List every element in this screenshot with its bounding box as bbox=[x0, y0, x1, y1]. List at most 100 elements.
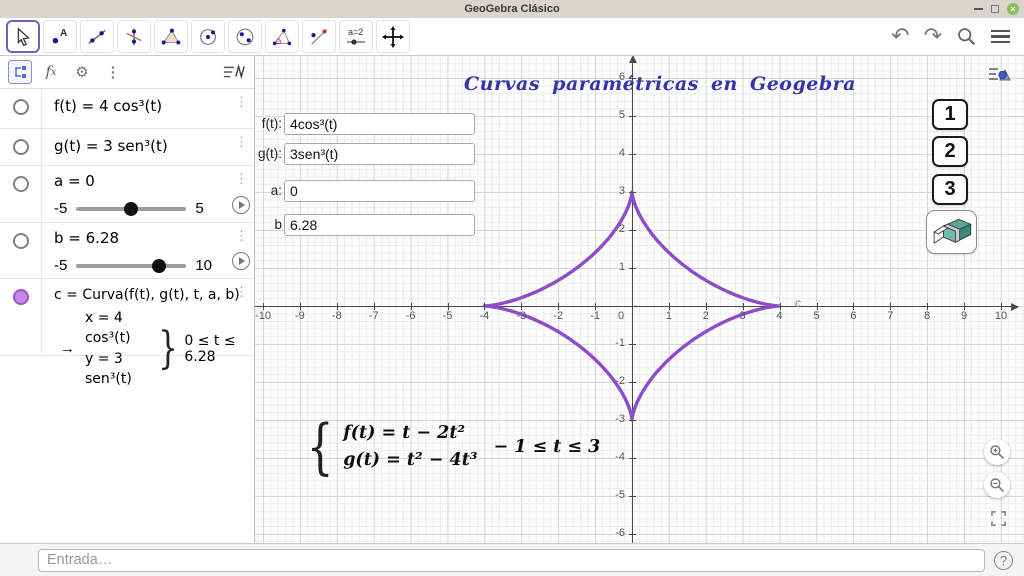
algebra-row-f[interactable]: f(t) = 4 cos³(t) ⋮ bbox=[0, 89, 254, 129]
axis-tick-mark bbox=[743, 303, 744, 310]
point-tool-button[interactable]: A bbox=[43, 20, 77, 53]
algebra-row-b[interactable]: b = 6.28 -5 10 ⋮ bbox=[0, 223, 254, 279]
undo-button[interactable]: ↶ bbox=[891, 28, 909, 46]
axis-tick-label: 5 bbox=[601, 109, 625, 121]
button-2[interactable]: 2 bbox=[932, 136, 968, 167]
axis-tick-label: 4 bbox=[777, 310, 783, 322]
special-line-tool-button[interactable] bbox=[117, 20, 151, 53]
circle-tool-button[interactable] bbox=[191, 20, 225, 53]
maximize-button[interactable] bbox=[991, 5, 999, 13]
input-field-a[interactable] bbox=[284, 180, 475, 202]
axis-tick-mark bbox=[629, 268, 636, 269]
play-animation-button-b[interactable] bbox=[232, 252, 250, 270]
close-button[interactable]: × bbox=[1007, 3, 1019, 15]
slider-track-a[interactable] bbox=[76, 207, 186, 211]
input-field-g[interactable] bbox=[284, 143, 475, 165]
axis-tick-label: -9 bbox=[295, 310, 305, 322]
row-menu-icon[interactable]: ⋮ bbox=[235, 228, 248, 244]
settings-gear-icon[interactable]: ⚙ bbox=[70, 60, 94, 84]
zoom-in-button[interactable] bbox=[984, 439, 1010, 465]
slider-min-a: -5 bbox=[54, 200, 67, 217]
play-icon bbox=[239, 201, 245, 209]
axis-tick-mark bbox=[411, 303, 412, 310]
axis-tick-label: 2 bbox=[703, 310, 709, 322]
axis-tick-mark bbox=[890, 303, 891, 310]
formula-brace: { bbox=[307, 412, 334, 482]
axis-tick-label: 4 bbox=[601, 147, 625, 159]
row-menu-icon[interactable]: ⋮ bbox=[235, 171, 248, 187]
input-field-f[interactable] bbox=[284, 113, 475, 135]
menu-button[interactable] bbox=[991, 26, 1010, 47]
help-button[interactable]: ? bbox=[994, 551, 1013, 570]
eraser-button[interactable] bbox=[926, 210, 977, 254]
fullscreen-button[interactable] bbox=[986, 506, 1010, 530]
zoom-out-button[interactable] bbox=[984, 472, 1010, 498]
algebra-row-c[interactable]: c = Curva(f(t), g(t), t, a, b) → x = 4 c… bbox=[0, 279, 254, 356]
move-tool-button[interactable] bbox=[6, 20, 40, 53]
graphics-view[interactable]: c Curvas paramétricas en Geogebra f(t): … bbox=[255, 56, 1024, 543]
play-animation-button-a[interactable] bbox=[232, 196, 250, 214]
slider-value-a: a = 0 bbox=[54, 172, 95, 190]
conic-tool-button[interactable] bbox=[228, 20, 262, 53]
move-graphics-tool-button[interactable] bbox=[376, 20, 410, 53]
y-axis-arrow bbox=[629, 56, 637, 63]
curve-domain: 0 ≤ t ≤ 6.28 bbox=[184, 333, 250, 365]
slider-tool-button[interactable]: a=2 bbox=[339, 20, 373, 53]
curve-definition: c = Curva(f(t), g(t), t, a, b) bbox=[54, 287, 240, 303]
slider-track-b[interactable] bbox=[76, 264, 186, 268]
tree-view-icon[interactable] bbox=[8, 60, 32, 84]
axis-tick-label: -5 bbox=[601, 489, 625, 501]
axis-tick-mark bbox=[629, 420, 636, 421]
search-icon[interactable] bbox=[956, 26, 977, 47]
fx-view-icon[interactable]: fx bbox=[39, 60, 63, 84]
slider-thumb-b[interactable] bbox=[152, 259, 166, 273]
input-field-b[interactable] bbox=[284, 214, 475, 236]
sort-objects-icon[interactable] bbox=[222, 60, 246, 84]
slider-max-b: 10 bbox=[195, 257, 212, 274]
polygon-tool-button[interactable] bbox=[154, 20, 188, 53]
stylebar-toggle-button[interactable] bbox=[986, 63, 1012, 85]
algebra-options-icon[interactable]: ⋮ bbox=[101, 60, 125, 84]
conic-icon bbox=[234, 26, 256, 48]
button-1[interactable]: 1 bbox=[932, 99, 968, 130]
axis-tick-mark bbox=[927, 303, 928, 310]
reflect-tool-button[interactable] bbox=[302, 20, 336, 53]
slider-thumb-a[interactable] bbox=[124, 202, 138, 216]
row-menu-icon[interactable]: ⋮ bbox=[235, 134, 248, 150]
axis-tick-mark bbox=[629, 192, 636, 193]
axis-tick-label: 6 bbox=[601, 71, 625, 83]
axis-tick-mark bbox=[448, 303, 449, 310]
circle-icon bbox=[197, 26, 219, 48]
axis-tick-label: -3 bbox=[516, 310, 526, 322]
visibility-toggle-g[interactable] bbox=[13, 139, 29, 155]
algebra-row-a[interactable]: a = 0 -5 5 ⋮ bbox=[0, 166, 254, 223]
axis-tick-label: 7 bbox=[887, 310, 893, 322]
row-menu-icon[interactable]: ⋮ bbox=[235, 284, 248, 300]
eraser-icon bbox=[931, 215, 973, 249]
algebra-row-g[interactable]: g(t) = 3 sen³(t) ⋮ bbox=[0, 129, 254, 166]
axis-tick-mark bbox=[629, 230, 636, 231]
axis-tick-mark bbox=[853, 303, 854, 310]
axis-tick-mark bbox=[817, 303, 818, 310]
visibility-toggle-f[interactable] bbox=[13, 99, 29, 115]
input-label-g: g(t): bbox=[255, 146, 282, 161]
window-titlebar: GeoGebra Clásico × bbox=[0, 0, 1024, 18]
row-menu-icon[interactable]: ⋮ bbox=[235, 94, 248, 110]
visibility-toggle-c[interactable] bbox=[13, 289, 29, 305]
angle-tool-button[interactable] bbox=[265, 20, 299, 53]
redo-button[interactable]: ↷ bbox=[924, 28, 942, 46]
visibility-toggle-a[interactable] bbox=[13, 176, 29, 192]
axis-tick-label: 8 bbox=[924, 310, 930, 322]
axis-tick-mark bbox=[1001, 303, 1002, 310]
axis-tick-label: 1 bbox=[666, 310, 672, 322]
slider-max-a: 5 bbox=[195, 200, 203, 217]
button-3[interactable]: 3 bbox=[932, 174, 968, 205]
axis-tick-label: -10 bbox=[255, 310, 271, 322]
axis-tick-label: -2 bbox=[553, 310, 563, 322]
brace-glyph: } bbox=[159, 323, 179, 374]
formula-line2: g(t) = t² − 4t³ bbox=[343, 447, 477, 474]
minimize-button[interactable] bbox=[974, 8, 983, 10]
line-tool-button[interactable] bbox=[80, 20, 114, 53]
visibility-toggle-b[interactable] bbox=[13, 233, 29, 249]
entrada-input[interactable] bbox=[38, 549, 985, 572]
